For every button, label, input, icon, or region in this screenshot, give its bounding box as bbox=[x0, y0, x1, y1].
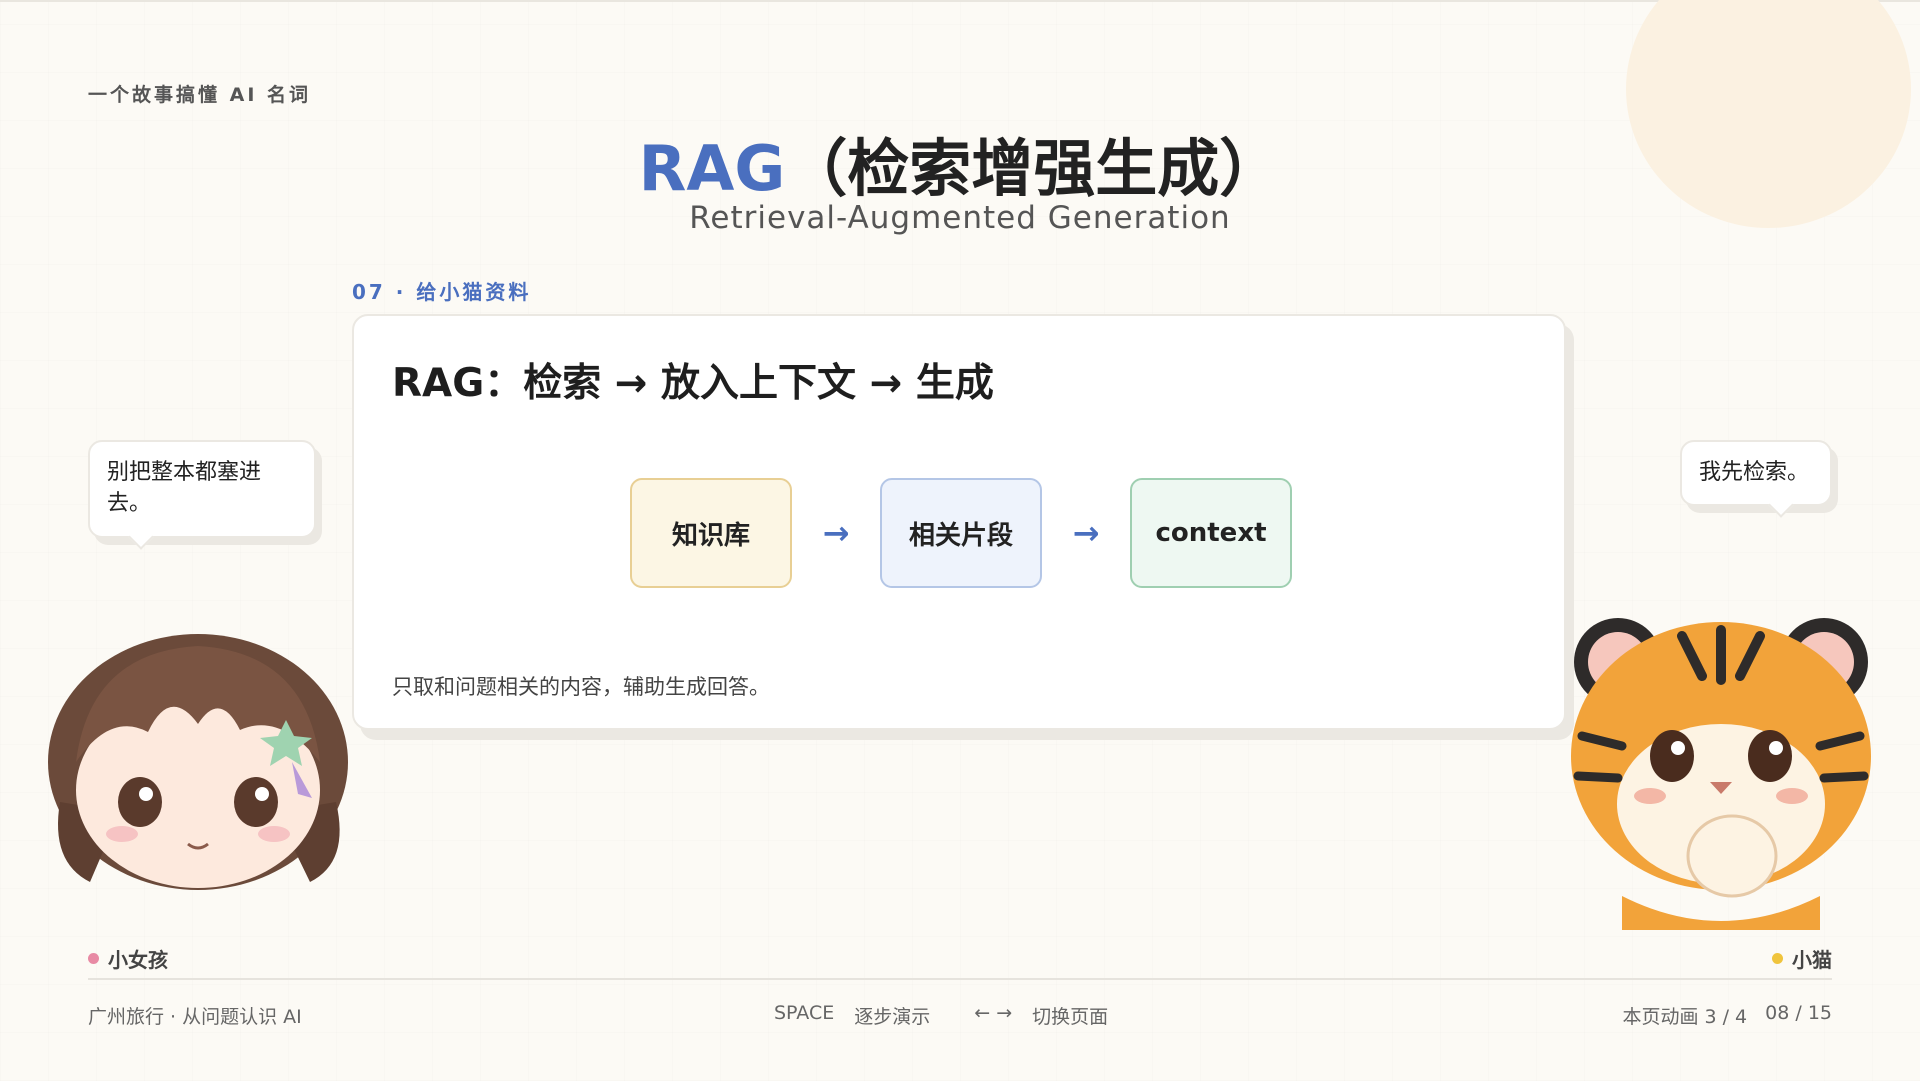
title-accent: RAG bbox=[638, 132, 786, 205]
title-rest: （检索增强生成） bbox=[785, 132, 1282, 205]
animation-progress: 本页动画 3 / 4 bbox=[1622, 1006, 1748, 1028]
page-title: RAG（检索增强生成） bbox=[0, 118, 1920, 208]
slide: 一个故事搞懂 AI 名词 RAG（检索增强生成） Retrieval-Augme… bbox=[0, 0, 1920, 1081]
top-divider bbox=[0, 0, 1920, 2]
arrow-right-icon: → bbox=[822, 514, 850, 552]
arrow-keys-hint: ← → bbox=[974, 1002, 1013, 1024]
arrow-action-hint: 切换页面 bbox=[1032, 1006, 1109, 1028]
page-subtitle: Retrieval-Augmented Generation bbox=[689, 200, 1231, 236]
tiger-cat-avatar-icon bbox=[1571, 618, 1871, 930]
content-card: RAG：检索 → 放入上下文 → 生成 知识库 → 相关片段 → context… bbox=[352, 314, 1566, 730]
flow-node-knowledge-base: 知识库 bbox=[630, 478, 792, 588]
girl-dot-icon bbox=[88, 953, 99, 964]
footer-progress: 本页动画 3 / 4 08 / 15 bbox=[1604, 1002, 1832, 1029]
space-action-hint: 逐步演示 bbox=[854, 1006, 931, 1028]
cat-name-label: 小猫 bbox=[1772, 944, 1832, 973]
footer-divider bbox=[88, 978, 1832, 980]
speech-bubble-cat: 我先检索。 bbox=[1680, 440, 1832, 506]
space-key-hint: SPACE bbox=[774, 1002, 835, 1024]
footer-deck-title: 广州旅行 · 从问题认识 AI bbox=[88, 1006, 302, 1028]
girl-name-label: 小女孩 bbox=[88, 944, 168, 973]
girl-avatar-icon bbox=[48, 634, 348, 890]
series-label: 一个故事搞懂 AI 名词 bbox=[88, 84, 312, 106]
section-label: 07 · 给小猫资料 bbox=[352, 280, 532, 304]
card-note: 只取和问题相关的内容，辅助生成回答。 bbox=[392, 675, 770, 699]
arrow-right-icon: → bbox=[1072, 514, 1100, 552]
card-heading: RAG：检索 → 放入上下文 → 生成 bbox=[392, 361, 994, 406]
footer-controls: SPACE 逐步演示 ← → 切换页面 bbox=[774, 1002, 1128, 1029]
speech-bubble-girl: 别把整本都塞进去。 bbox=[88, 440, 316, 538]
cat-dot-icon bbox=[1772, 953, 1783, 964]
flow-diagram: 知识库 → 相关片段 → context bbox=[630, 476, 1292, 590]
flow-node-relevant-fragments: 相关片段 bbox=[880, 478, 1042, 588]
cat-name: 小猫 bbox=[1792, 948, 1832, 972]
flow-node-context: context bbox=[1130, 478, 1292, 588]
girl-name: 小女孩 bbox=[108, 948, 168, 972]
page-counter: 08 / 15 bbox=[1765, 1002, 1832, 1024]
